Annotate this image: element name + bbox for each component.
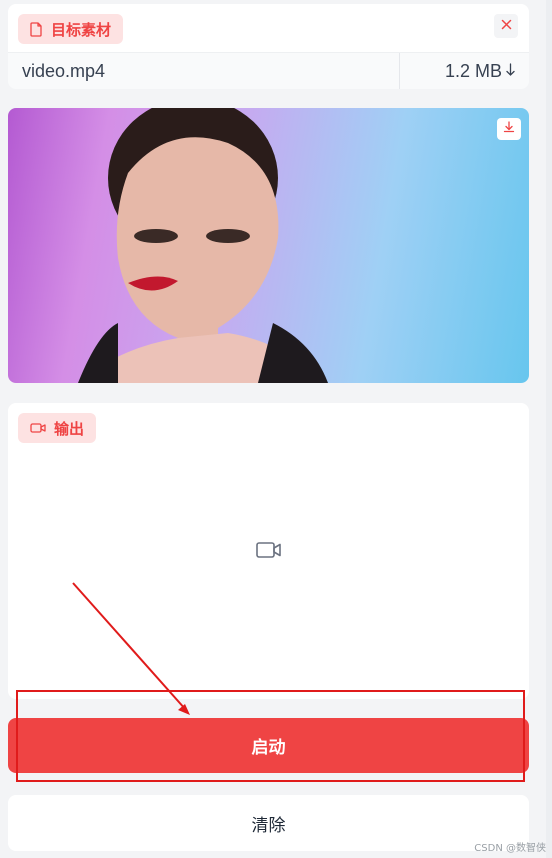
annotation-arrow xyxy=(72,582,190,715)
watermark: CSDN @数智侠 xyxy=(474,843,546,854)
